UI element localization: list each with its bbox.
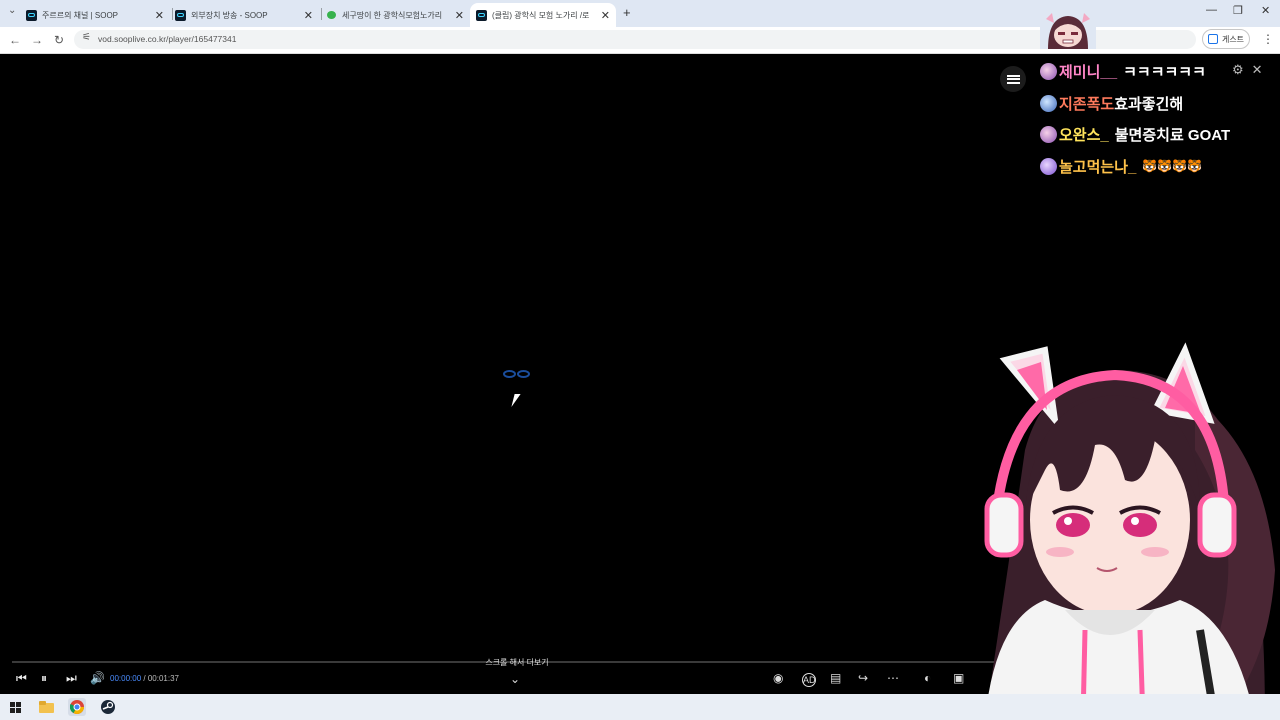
chat-text: ㅋㅋㅋㅋㅋㅋ: [1123, 63, 1206, 81]
hamburger-icon: [1006, 74, 1020, 84]
clip-icon[interactable]: ▤: [830, 671, 841, 685]
restore-button[interactable]: ❐: [1233, 4, 1243, 17]
pause-icon[interactable]: ⏸: [41, 671, 47, 686]
time-display: 00:00:00 / 00:01:37: [110, 674, 179, 683]
user-badge-icon: [1040, 62, 1057, 80]
previous-icon[interactable]: ⏮: [16, 671, 27, 686]
tab-title: 주르르의 채널 | SOOP: [42, 10, 119, 20]
browser-menu-icon[interactable]: ⋮: [1262, 32, 1274, 46]
chat-nick[interactable]: 제미니__: [1059, 61, 1117, 82]
player-menu-button[interactable]: [1000, 66, 1026, 92]
volume-icon[interactable]: 🔊: [90, 671, 105, 685]
tab-title: (클립) 광학식 모험 노가리 /로: [492, 10, 590, 20]
chevron-down-icon[interactable]: ⌄: [510, 672, 520, 686]
chat-text: 🐯🐯🐯🐯: [1142, 159, 1203, 173]
avatar-thumbnail: [1040, 11, 1096, 49]
tab-1[interactable]: 주르르의 채널 | SOOP ✕: [26, 4, 170, 26]
chat-nick[interactable]: 오완스_: [1059, 124, 1109, 145]
next-icon[interactable]: ⏭: [66, 671, 77, 686]
close-tab-icon[interactable]: ✕: [455, 9, 464, 22]
more-icon[interactable]: ⋯: [887, 671, 899, 685]
forward-icon[interactable]: →: [31, 33, 43, 47]
close-window-button[interactable]: ✕: [1261, 4, 1270, 17]
chat-text: 효과좋긴해: [1114, 95, 1184, 113]
quality-icon[interactable]: ◐: [924, 671, 931, 685]
chat-nick[interactable]: 지존폭도: [1059, 93, 1114, 114]
soop-favicon-icon: [476, 9, 487, 21]
tab-title: 세구땅이 한 광학식모험노가리: [342, 10, 443, 20]
close-icon[interactable]: ✕: [1252, 62, 1263, 77]
loading-spinner: [503, 370, 531, 380]
duration: / 00:01:37: [143, 674, 179, 683]
close-tab-icon[interactable]: ✕: [304, 9, 313, 22]
steam-icon[interactable]: [99, 698, 117, 716]
omnibox[interactable]: ⚟ vod.sooplive.co.kr/player/165477341: [74, 30, 1196, 49]
taskbar: [0, 694, 1280, 720]
record-icon[interactable]: ◉: [773, 671, 783, 685]
close-tab-icon[interactable]: ✕: [601, 9, 610, 22]
user-badge-icon: [1040, 125, 1057, 143]
current-time: 00:00:00: [110, 674, 142, 683]
soop-favicon-icon: [175, 9, 186, 21]
guest-profile-button[interactable]: 게스트: [1202, 29, 1250, 49]
profile-icon: [1207, 34, 1218, 44]
tab-3[interactable]: 세구땅이 한 광학식모험노가리 ✕: [326, 4, 470, 26]
chat-message: 오완스_ 불면증치료 GOAT: [1040, 121, 1230, 147]
share-icon[interactable]: ↪: [858, 671, 868, 685]
chat-message: 놀고먹는나_ 🐯🐯🐯🐯: [1040, 153, 1202, 179]
user-badge-icon: [1040, 94, 1057, 112]
vtuber-avatar: [984, 342, 1275, 720]
reload-icon[interactable]: ↻: [54, 33, 64, 47]
chat-text: 불면증치료 GOAT: [1114, 126, 1231, 144]
chrome-icon[interactable]: [68, 698, 86, 716]
chat-controls: ⚙ ✕: [1232, 62, 1271, 78]
back-icon[interactable]: ←: [9, 33, 21, 47]
file-explorer-icon[interactable]: [37, 698, 55, 716]
new-tab-button[interactable]: +: [623, 5, 631, 20]
guest-label: 게스트: [1221, 34, 1245, 44]
user-badge-icon: [1040, 157, 1057, 175]
pip-icon[interactable]: ▣: [953, 671, 964, 685]
close-tab-icon[interactable]: ✕: [155, 9, 164, 22]
tab-4-active[interactable]: (클립) 광학식 모험 노가리 /로 ✕: [470, 3, 616, 27]
url-text[interactable]: vod.sooplive.co.kr/player/165477341: [98, 34, 236, 44]
tab-title: 외부장치 방송 - SOOP: [191, 10, 268, 20]
chat-nick[interactable]: 놀고먹는나_: [1059, 156, 1136, 177]
site-info-icon[interactable]: ⚟: [82, 32, 91, 43]
chat-message: 지존폭도 효과좋긴해: [1040, 90, 1183, 116]
minimize-button[interactable]: —: [1206, 4, 1217, 16]
scroll-hint[interactable]: 스크롤 해서 더보기: [460, 657, 574, 668]
mouse-cursor-icon: [511, 394, 521, 407]
ad-icon[interactable]: AD: [802, 673, 816, 687]
tab-2[interactable]: 외부장치 방송 - SOOP ✕: [175, 4, 319, 26]
chat-message: 제미니__ ㅋㅋㅋㅋㅋㅋ: [1040, 58, 1206, 84]
soop-favicon-icon: [26, 9, 37, 21]
gear-icon[interactable]: ⚙: [1232, 62, 1244, 77]
tab-search-icon[interactable]: ⌄: [8, 5, 16, 16]
windows-start-icon[interactable]: [6, 698, 24, 716]
leaf-favicon-icon: [326, 10, 337, 21]
